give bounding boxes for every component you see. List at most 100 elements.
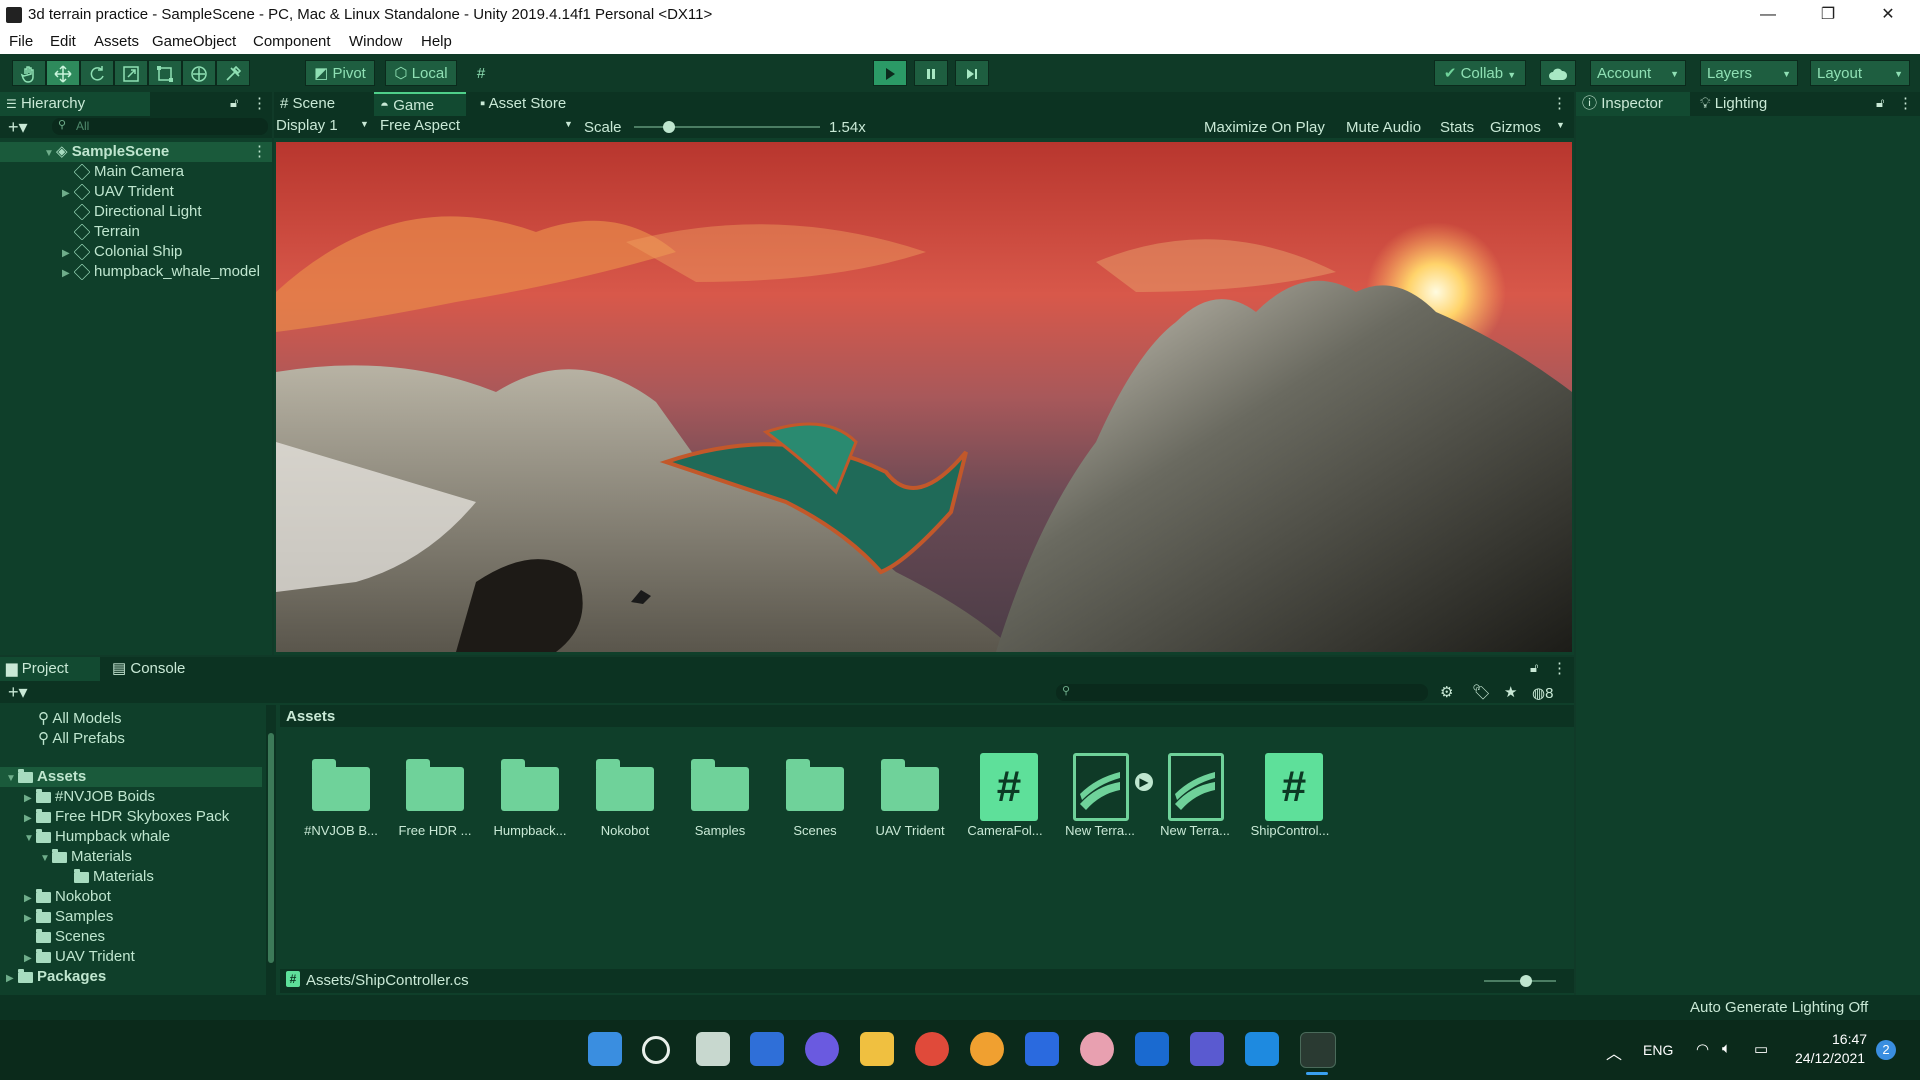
tree-scrollbar-thumb[interactable] xyxy=(268,733,274,963)
pivot-toggle[interactable]: ◩ Pivot xyxy=(305,60,375,86)
tree-item-nokobot[interactable]: ▶ Nokobot xyxy=(0,887,111,907)
task-view-icon[interactable] xyxy=(696,1032,730,1066)
lock-icon[interactable]: 🔓︎ xyxy=(230,95,238,111)
lock-icon[interactable]: 🔓︎ xyxy=(1876,95,1884,111)
hierarchy-item-uav-trident[interactable]: ▶ UAV Trident xyxy=(0,182,174,202)
tab-scene[interactable]: # Scene xyxy=(274,92,374,116)
tree-item-nvjob[interactable]: ▶ #NVJOB Boids xyxy=(0,787,155,807)
calendar-app-icon[interactable] xyxy=(1025,1032,1059,1066)
vscode-icon[interactable] xyxy=(1245,1032,1279,1066)
tree-item-uav[interactable]: ▶ UAV Trident xyxy=(0,947,135,967)
stats-toggle[interactable]: Stats xyxy=(1440,119,1474,136)
tree-item-samples[interactable]: ▶ Samples xyxy=(0,907,113,927)
chevron-up-icon[interactable]: ︿ xyxy=(1606,1040,1622,1064)
teams-icon[interactable] xyxy=(1190,1032,1224,1066)
restore-button[interactable]: ❐ xyxy=(1800,0,1856,30)
gizmos-toggle[interactable]: Gizmos xyxy=(1490,119,1541,136)
tree-item-materials[interactable]: ▼ Materials xyxy=(0,847,132,867)
project-search-input[interactable]: ⚲ xyxy=(1056,684,1428,701)
tab-lighting[interactable]: 💡︎ Lighting xyxy=(1694,92,1804,116)
step-button[interactable] xyxy=(955,60,989,86)
icon-size-slider-knob[interactable] xyxy=(1519,975,1532,987)
chat-icon[interactable] xyxy=(805,1032,839,1066)
hierarchy-item-directional-light[interactable]: Directional Light xyxy=(0,202,202,222)
expand-triangle-icon[interactable]: ▼ xyxy=(6,769,18,789)
file-explorer-icon[interactable] xyxy=(860,1032,894,1066)
tree-item-humpback[interactable]: ▼ Humpback whale xyxy=(0,827,170,847)
game-viewport[interactable] xyxy=(276,142,1572,652)
aspect-dropdown[interactable]: Free Aspect ▼ xyxy=(380,117,576,137)
expand-triangle-icon[interactable]: ▶ xyxy=(62,264,74,284)
layout-dropdown[interactable]: Layout ▼ xyxy=(1810,60,1910,86)
menu-gameobject[interactable]: GameObject xyxy=(152,33,236,50)
close-button[interactable]: ✕ xyxy=(1860,0,1916,30)
expand-triangle-icon[interactable]: ▶ xyxy=(24,809,36,829)
icon-size-slider[interactable] xyxy=(1484,975,1556,987)
notification-badge[interactable]: 2 xyxy=(1876,1040,1896,1060)
wifi-icon[interactable]: ◠ xyxy=(1696,1040,1709,1058)
expand-triangle-icon[interactable]: ▶ xyxy=(24,789,36,809)
breadcrumb-assets[interactable]: Assets xyxy=(286,708,335,725)
rect-tool-button[interactable] xyxy=(148,60,182,86)
battery-icon[interactable]: ▭ xyxy=(1754,1040,1768,1058)
rotate-tool-button[interactable] xyxy=(80,60,114,86)
clock-time[interactable]: 16:47 xyxy=(1832,1031,1867,1047)
minimize-button[interactable]: — xyxy=(1740,0,1796,30)
grid-snap-button[interactable]: # xyxy=(466,60,496,86)
lock-icon[interactable]: 🔓︎ xyxy=(1530,660,1538,676)
asset-terrain-2[interactable]: New Terra... xyxy=(1150,753,1240,838)
kebab-menu-icon[interactable]: ⋮ xyxy=(1898,94,1913,112)
outlook-icon[interactable] xyxy=(1135,1032,1169,1066)
app-icon[interactable] xyxy=(970,1032,1004,1066)
account-dropdown[interactable]: Account ▼ xyxy=(1590,60,1686,86)
tab-project[interactable]: ▆ Project xyxy=(0,657,100,681)
search-icon[interactable] xyxy=(642,1036,670,1064)
kebab-menu-icon[interactable]: ⋮ xyxy=(1552,94,1567,112)
asset-folder-hdr[interactable]: Free HDR ... xyxy=(390,753,480,838)
menu-help[interactable]: Help xyxy=(421,33,452,50)
menu-edit[interactable]: Edit xyxy=(50,33,76,50)
tree-item-hdr[interactable]: ▶ Free HDR Skyboxes Pack xyxy=(0,807,229,827)
filter-type-icon[interactable]: ⚙ xyxy=(1440,683,1453,701)
asset-folder-nokobot[interactable]: Nokobot xyxy=(580,753,670,838)
asset-folder-humpback[interactable]: Humpback... xyxy=(485,753,575,838)
asset-script-shipcontroller[interactable]: # ShipControl... xyxy=(1245,753,1335,838)
tree-item-scenes[interactable]: Scenes xyxy=(0,927,105,947)
tree-item-assets[interactable]: ▼ Assets xyxy=(0,767,262,787)
favorite-all-models[interactable]: ⚲ All Models xyxy=(38,709,122,729)
expand-triangle-icon[interactable]: ▶ xyxy=(24,949,36,969)
asset-folder-uav[interactable]: UAV Trident xyxy=(865,753,955,838)
tab-asset-store[interactable]: ▪ Asset Store xyxy=(474,92,594,116)
menu-assets[interactable]: Assets xyxy=(94,33,139,50)
tab-console[interactable]: ▤ Console xyxy=(106,657,206,681)
transform-tool-button[interactable] xyxy=(182,60,216,86)
hierarchy-search-input[interactable]: ⚲ All xyxy=(52,118,268,135)
play-button[interactable] xyxy=(873,60,907,86)
hierarchy-item-humpback-whale[interactable]: ▶ humpback_whale_model xyxy=(0,262,260,282)
hierarchy-item-main-camera[interactable]: Main Camera xyxy=(0,162,184,182)
scale-slider-knob[interactable] xyxy=(663,121,676,133)
mute-audio-toggle[interactable]: Mute Audio xyxy=(1346,119,1421,136)
add-icon[interactable]: +▾ xyxy=(8,116,28,138)
tree-item-packages[interactable]: ▶ Packages xyxy=(0,967,106,987)
scene-row[interactable]: ▼ ◈ SampleScene ⋮ xyxy=(0,142,272,162)
volume-icon[interactable]: 🔈︎ xyxy=(1722,1040,1731,1057)
kebab-menu-icon[interactable]: ⋮ xyxy=(252,94,267,112)
expand-triangle-icon[interactable]: ▶ xyxy=(6,969,18,989)
lighting-status[interactable]: Auto Generate Lighting Off xyxy=(1690,999,1868,1016)
windows-start-icon[interactable] xyxy=(588,1032,622,1066)
widgets-icon[interactable] xyxy=(750,1032,784,1066)
kebab-menu-icon[interactable]: ⋮ xyxy=(252,142,267,162)
display-dropdown[interactable]: Display 1 ▼ xyxy=(276,117,372,137)
expand-triangle-icon[interactable]: ▼ xyxy=(24,829,36,849)
hidden-packages-icon[interactable]: ◍8 xyxy=(1532,684,1553,702)
character-app-icon[interactable] xyxy=(1080,1032,1114,1066)
tab-hierarchy[interactable]: ☰ Hierarchy xyxy=(0,92,150,116)
asset-folder-scenes[interactable]: Scenes xyxy=(770,753,860,838)
expand-triangle-icon[interactable]: ▶ xyxy=(62,184,74,204)
hierarchy-item-terrain[interactable]: Terrain xyxy=(0,222,140,242)
tree-item-materials-inner[interactable]: Materials xyxy=(0,867,154,887)
tab-game[interactable]: ◓ Game xyxy=(374,92,466,116)
menu-component[interactable]: Component xyxy=(253,33,331,50)
menu-file[interactable]: File xyxy=(9,33,33,50)
